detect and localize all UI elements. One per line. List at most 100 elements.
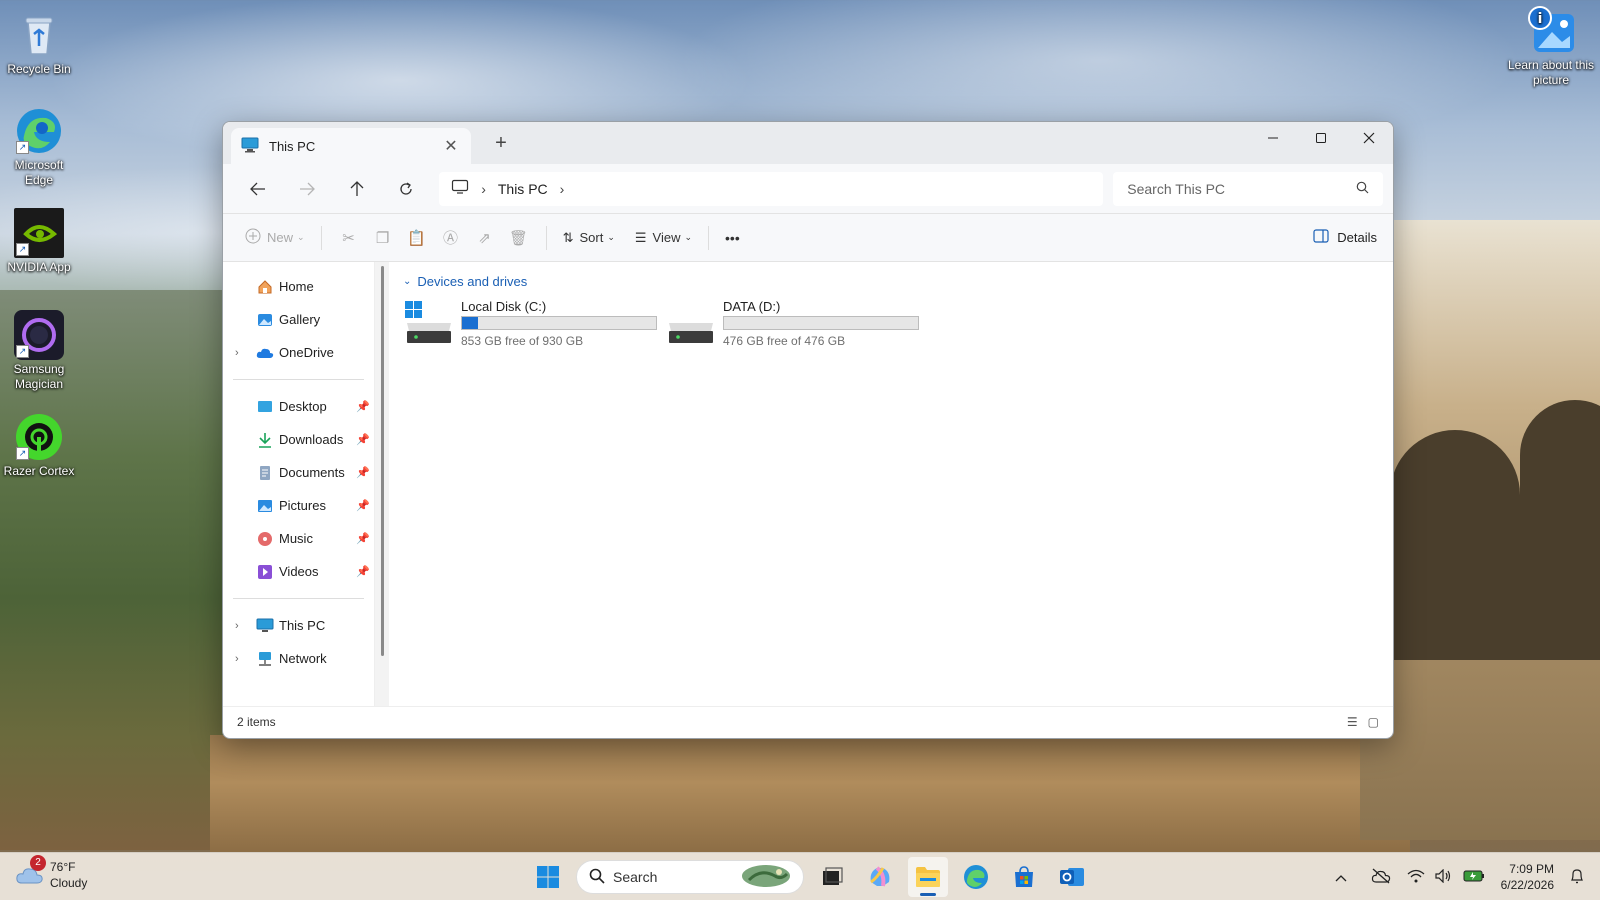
razer-cortex-icon: ↗: [14, 412, 64, 462]
title-bar[interactable]: This PC ✕ +: [223, 122, 1393, 164]
sidebar-item-pictures[interactable]: Pictures 📌: [223, 489, 374, 522]
pin-icon[interactable]: 📌: [356, 400, 370, 413]
breadcrumb-chevron-icon[interactable]: ›: [481, 181, 486, 197]
taskbar: 2 76°F Cloudy Search 7:09 PM 6/22/2026: [0, 852, 1600, 900]
desktop-icon-recycle-bin[interactable]: Recycle Bin: [0, 10, 78, 77]
scrollbar-thumb[interactable]: [380, 266, 384, 656]
up-button[interactable]: [332, 172, 382, 206]
weather-widget[interactable]: 2 76°F Cloudy: [16, 855, 87, 891]
cloud-off-icon[interactable]: [1371, 868, 1391, 887]
sidebar-item-this-pc[interactable]: › This PC: [223, 609, 374, 642]
taskbar-search[interactable]: Search: [576, 860, 804, 894]
copy-button[interactable]: ❐: [366, 222, 400, 254]
tab-this-pc[interactable]: This PC ✕: [231, 128, 471, 164]
sidebar-item-documents[interactable]: Documents 📌: [223, 456, 374, 489]
tiles-view-icon[interactable]: ▢: [1368, 715, 1379, 729]
rename-button[interactable]: Ⓐ: [434, 222, 468, 254]
view-label: View: [652, 230, 681, 245]
shortcut-arrow-icon: ↗: [16, 243, 29, 256]
gallery-icon: [255, 311, 275, 329]
clock[interactable]: 7:09 PM 6/22/2026: [1501, 861, 1554, 893]
notification-badge: 2: [30, 855, 46, 871]
chevron-up-icon[interactable]: [1335, 870, 1347, 885]
back-button[interactable]: [233, 172, 283, 206]
delete-button[interactable]: 🗑: [502, 222, 536, 254]
sidebar-item-desktop[interactable]: Desktop 📌: [223, 390, 374, 423]
notification-bell-icon[interactable]: [1570, 868, 1584, 887]
chevron-right-icon[interactable]: ›: [235, 347, 255, 359]
tab-title: This PC: [269, 138, 316, 154]
start-button[interactable]: [528, 857, 568, 897]
drive-c[interactable]: Local Disk (C:) 853 GB free of 930 GB: [403, 297, 665, 349]
sidebar-item-videos[interactable]: Videos 📌: [223, 555, 374, 588]
desktop-icon-samsung-magician[interactable]: ↗ Samsung Magician: [0, 310, 78, 392]
sidebar-item-label: Network: [279, 651, 327, 666]
refresh-icon: [400, 181, 413, 195]
sidebar-item-network[interactable]: › Network: [223, 642, 374, 675]
maximize-button[interactable]: [1297, 122, 1345, 154]
desktop-icon-edge[interactable]: ↗ Microsoft Edge: [0, 106, 78, 188]
store-button[interactable]: [1004, 857, 1044, 897]
sidebar-item-label: Pictures: [279, 498, 326, 513]
weather-temp: 76°F: [50, 860, 76, 874]
sidebar-item-downloads[interactable]: Downloads 📌: [223, 423, 374, 456]
cut-button[interactable]: ✂: [332, 222, 366, 254]
pin-icon[interactable]: 📌: [356, 565, 370, 578]
refresh-button[interactable]: [382, 172, 432, 206]
usage-bar: [461, 316, 657, 330]
file-explorer-button[interactable]: [908, 857, 948, 897]
share-button[interactable]: ⇗: [468, 222, 502, 254]
sort-button[interactable]: ⇅ Sort ⌄: [557, 222, 621, 254]
outlook-button[interactable]: [1052, 857, 1092, 897]
close-tab-icon[interactable]: ✕: [441, 136, 461, 156]
pin-icon[interactable]: 📌: [356, 433, 370, 446]
breadcrumb-chevron-icon[interactable]: ›: [560, 181, 565, 197]
desktop-icon-learn-about-picture[interactable]: i Learn about this picture: [1506, 6, 1596, 88]
task-view-button[interactable]: [812, 857, 852, 897]
sidebar-item-label: OneDrive: [279, 345, 334, 360]
chevron-right-icon[interactable]: ›: [235, 620, 255, 632]
sidebar-scrollbar[interactable]: [375, 262, 389, 706]
sidebar-item-onedrive[interactable]: › OneDrive: [223, 336, 374, 369]
desktop-icon-label: Microsoft Edge: [14, 158, 64, 187]
search-input[interactable]: Search This PC: [1113, 171, 1384, 206]
sidebar-item-music[interactable]: Music 📌: [223, 522, 374, 555]
group-header-devices[interactable]: ⌄ Devices and drives: [403, 274, 1379, 289]
new-tab-button[interactable]: +: [489, 132, 513, 155]
breadcrumb-this-pc[interactable]: This PC: [498, 181, 548, 197]
sidebar-item-home[interactable]: Home: [223, 270, 374, 303]
volume-icon[interactable]: [1435, 868, 1453, 886]
wifi-icon[interactable]: [1407, 869, 1425, 886]
sidebar-item-gallery[interactable]: Gallery: [223, 303, 374, 336]
edge-button[interactable]: [956, 857, 996, 897]
chevron-right-icon[interactable]: ›: [235, 653, 255, 665]
more-options-button[interactable]: •••: [719, 222, 746, 254]
copilot-button[interactable]: [860, 857, 900, 897]
paste-button[interactable]: 📋: [400, 222, 434, 254]
desktop-icon-razer-cortex[interactable]: ↗ Razer Cortex: [0, 412, 78, 479]
music-icon: [255, 530, 275, 548]
address-bar-row: › This PC › Search This PC: [223, 164, 1393, 214]
desktop-icon-nvidia-app[interactable]: ↗ NVIDIA App: [0, 208, 78, 275]
drive-name: Local Disk (C:): [461, 299, 547, 314]
clock-time: 7:09 PM: [1509, 862, 1554, 876]
address-input[interactable]: › This PC ›: [439, 171, 1104, 206]
store-icon: [1015, 866, 1033, 887]
details-button[interactable]: Details: [1313, 229, 1377, 246]
battery-charging-icon[interactable]: [1463, 870, 1485, 885]
desktop-folder-icon: [255, 398, 275, 416]
details-view-icon[interactable]: ☰: [1347, 715, 1358, 729]
view-button[interactable]: ☰ View ⌄: [629, 222, 698, 254]
pin-icon[interactable]: 📌: [356, 532, 370, 545]
forward-button[interactable]: [283, 172, 333, 206]
wallpaper-bridge-arch: [1390, 430, 1520, 660]
new-button[interactable]: New ⌄: [239, 222, 311, 254]
edge-icon: ↗: [14, 106, 64, 156]
minimize-button[interactable]: [1249, 122, 1297, 154]
pin-icon[interactable]: 📌: [356, 466, 370, 479]
drive-d[interactable]: DATA (D:) 476 GB free of 476 GB: [665, 297, 927, 349]
usage-bar-fill: [462, 317, 479, 329]
pin-icon[interactable]: 📌: [356, 499, 370, 512]
close-window-button[interactable]: [1345, 122, 1393, 154]
view-icon: ☰: [634, 229, 647, 245]
